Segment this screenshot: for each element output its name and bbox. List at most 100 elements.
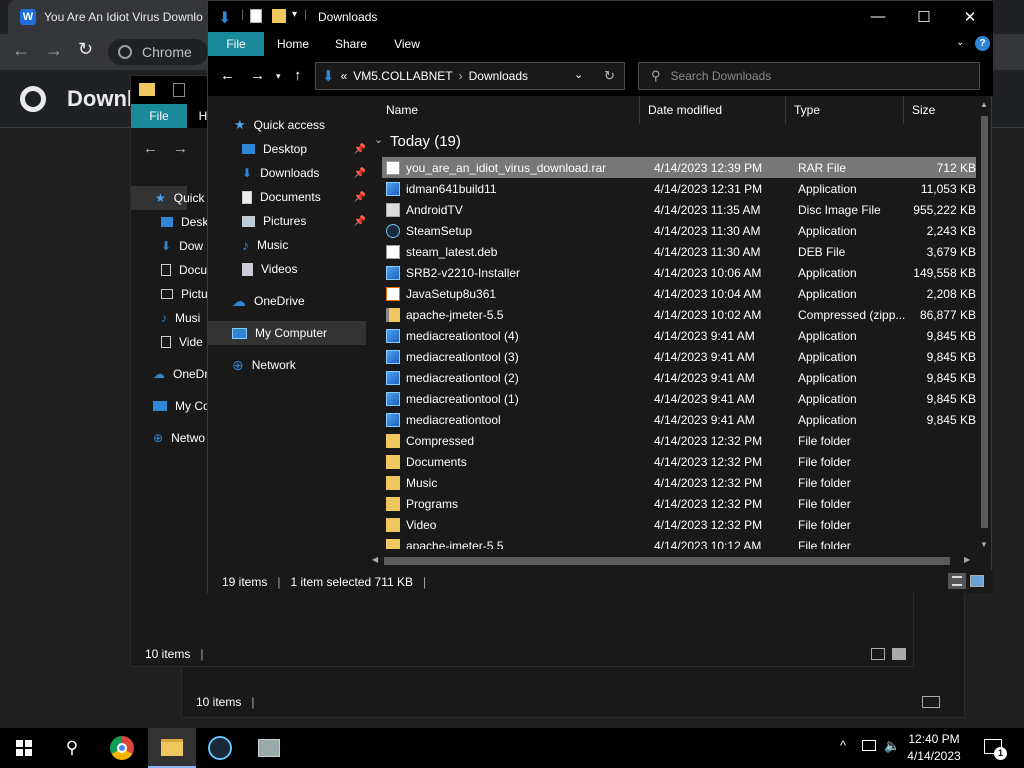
- chrome-back-icon[interactable]: ←: [12, 40, 30, 61]
- file-row[interactable]: SteamSetup 4/14/2023 11:30 AM Application 2…: [382, 220, 976, 241]
- file-row[interactable]: Documents 4/14/2023 12:32 PM File folder: [382, 451, 976, 472]
- file-row[interactable]: mediacreationtool (2) 4/14/2023 9:41 AM Ap…: [382, 367, 976, 388]
- horizontal-scroll-thumb[interactable]: [384, 557, 950, 565]
- search-taskbar-icon[interactable]: ⚲: [48, 728, 96, 768]
- address-prefix[interactable]: «: [341, 69, 348, 83]
- chrome-tab[interactable]: W You Are An Idiot Virus Downlo: [8, 0, 212, 34]
- search-box[interactable]: ⚲ Search Downloads: [638, 62, 980, 90]
- file-name-cell[interactable]: SteamSetup: [386, 223, 472, 238]
- close-button[interactable]: ✕: [947, 1, 993, 32]
- file-explorer-taskbar-icon[interactable]: [148, 728, 196, 768]
- chrome-reload-icon[interactable]: ↻: [78, 39, 93, 60]
- back-ribbon-file[interactable]: File: [131, 104, 187, 128]
- horizontal-scrollbar[interactable]: ◀ ▶: [368, 552, 978, 570]
- nav-desktop[interactable]: Desktop 📌: [242, 137, 366, 161]
- file-row[interactable]: mediacreationtool (4) 4/14/2023 9:41 AM Ap…: [382, 325, 976, 346]
- file-name-cell[interactable]: mediacreationtool: [386, 412, 501, 427]
- ribbon-tab-file[interactable]: File: [208, 32, 264, 56]
- address-bar[interactable]: ⬇ « VM5.COLLABNET › Downloads ⌄ ↻: [315, 62, 625, 90]
- file-name-cell[interactable]: SRB2-v2210-Installer: [386, 265, 520, 280]
- back-nav-quick[interactable]: ★ Quick: [131, 186, 204, 210]
- steam-taskbar-icon[interactable]: [196, 728, 244, 768]
- chrome-omnibox[interactable]: Chrome: [108, 39, 208, 65]
- recent-locations-icon[interactable]: ▾: [276, 71, 281, 82]
- up-icon[interactable]: ↑: [294, 67, 302, 84]
- scroll-up-icon[interactable]: ▲: [980, 100, 988, 109]
- file-row[interactable]: SRB2-v2210-Installer 4/14/2023 10:06 AM Ap…: [382, 262, 976, 283]
- file-row[interactable]: mediacreationtool (1) 4/14/2023 9:41 AM Ap…: [382, 388, 976, 409]
- file-name-cell[interactable]: mediacreationtool (1): [386, 391, 519, 406]
- back-nav-downloads[interactable]: ⬇ Dow: [161, 234, 203, 258]
- address-segment-downloads[interactable]: Downloads: [469, 69, 528, 83]
- quick-access-toolbar-dropdown-icon[interactable]: ▾: [292, 9, 297, 20]
- nav-music[interactable]: ♪ Music: [242, 233, 288, 257]
- app-taskbar-icon[interactable]: [245, 728, 293, 768]
- file-row[interactable]: AndroidTV 4/14/2023 11:35 AM Disc Image Fi…: [382, 199, 976, 220]
- forward-icon[interactable]: →: [250, 67, 265, 84]
- nav-quick-access[interactable]: ★ Quick access: [234, 113, 325, 137]
- nav-downloads[interactable]: ⬇ Downloads 📌: [242, 161, 366, 185]
- file-name-cell[interactable]: AndroidTV: [386, 202, 463, 217]
- file-row[interactable]: idman641build11 4/14/2023 12:31 PM Applica…: [382, 178, 976, 199]
- pin-icon[interactable]: 📌: [354, 192, 366, 203]
- network-tray-icon[interactable]: [862, 740, 876, 751]
- scroll-down-icon[interactable]: ▼: [980, 540, 988, 549]
- file-row[interactable]: mediacreationtool 4/14/2023 9:41 AM Applic…: [382, 409, 976, 430]
- column-date-modified[interactable]: Date modified: [640, 96, 786, 124]
- details-view-icon[interactable]: [948, 573, 966, 589]
- new-folder-icon[interactable]: [272, 9, 286, 23]
- volume-icon[interactable]: 🔈: [884, 738, 900, 754]
- file-name-cell[interactable]: Compressed: [386, 433, 474, 448]
- file-name-cell[interactable]: mediacreationtool (2): [386, 370, 519, 385]
- nav-my-computer[interactable]: My Computer: [208, 321, 366, 345]
- file-name-cell[interactable]: apache-jmeter-5.5: [386, 538, 503, 549]
- back-details-view-icon[interactable]: [871, 648, 885, 660]
- back-nav-videos[interactable]: Vide: [161, 330, 203, 354]
- pin-icon[interactable]: 📌: [354, 144, 366, 155]
- back-forward-icon[interactable]: →: [173, 140, 188, 157]
- search-placeholder[interactable]: Search Downloads: [671, 69, 772, 83]
- back-nav-network[interactable]: ⊕ Netwo: [153, 426, 205, 450]
- pin-icon[interactable]: 📌: [354, 168, 366, 179]
- clock[interactable]: 12:40 PM 4/14/2023: [906, 731, 962, 765]
- nav-videos[interactable]: Videos: [242, 257, 297, 281]
- scroll-left-icon[interactable]: ◀: [372, 555, 378, 564]
- show-hidden-icons-chevron-icon[interactable]: ^: [840, 738, 846, 753]
- file-row[interactable]: Programs 4/14/2023 12:32 PM File folder: [382, 493, 976, 514]
- back-large-view-icon[interactable]: [892, 648, 906, 660]
- file-row[interactable]: apache-jmeter-5.5 4/14/2023 10:02 AM Compr…: [382, 304, 976, 325]
- collapse-chevron-icon[interactable]: ⌄: [374, 133, 383, 146]
- column-type[interactable]: Type: [786, 96, 904, 124]
- file-name-cell[interactable]: idman641build11: [386, 181, 497, 196]
- back-nav-pictures[interactable]: Pictu: [161, 282, 208, 306]
- file-row[interactable]: Compressed 4/14/2023 12:32 PM File folder: [382, 430, 976, 451]
- start-button[interactable]: [0, 728, 48, 768]
- file-row[interactable]: you_are_an_idiot_virus_download.rar 4/14/…: [382, 157, 976, 178]
- column-name[interactable]: Name: [378, 96, 640, 124]
- file-name-cell[interactable]: Programs: [386, 496, 458, 511]
- pin-icon[interactable]: 📌: [354, 216, 366, 227]
- help-icon[interactable]: ?: [975, 36, 990, 51]
- file-row[interactable]: Music 4/14/2023 12:32 PM File folder: [382, 472, 976, 493]
- file-name-cell[interactable]: Music: [386, 475, 437, 490]
- file-name-cell[interactable]: Documents: [386, 454, 467, 469]
- back-nav-onedrive[interactable]: ☁ OneDr: [153, 362, 208, 386]
- file-name-cell[interactable]: JavaSetup8u361: [386, 286, 496, 301]
- nav-documents[interactable]: Documents 📌: [242, 185, 366, 209]
- maximize-button[interactable]: ☐: [901, 1, 947, 32]
- scroll-right-icon[interactable]: ▶: [964, 555, 970, 564]
- chrome-forward-icon[interactable]: →: [45, 40, 63, 61]
- refresh-icon[interactable]: ↻: [604, 68, 615, 84]
- back-icon[interactable]: ←: [220, 67, 235, 84]
- back-back-icon[interactable]: ←: [143, 140, 158, 157]
- file-row[interactable]: Video 4/14/2023 12:32 PM File folder: [382, 514, 976, 535]
- nav-network[interactable]: ⊕ Network: [232, 353, 296, 377]
- file-name-cell[interactable]: mediacreationtool (3): [386, 349, 519, 364]
- file-name-cell[interactable]: you_are_an_idiot_virus_download.rar: [386, 160, 606, 175]
- file-row[interactable]: mediacreationtool (3) 4/14/2023 9:41 AM Ap…: [382, 346, 976, 367]
- address-segment-vm5[interactable]: VM5.COLLABNET: [353, 69, 452, 83]
- file-row[interactable]: apache-jmeter-5.5 4/14/2023 10:12 AM File …: [382, 535, 976, 549]
- notifications-icon[interactable]: 1: [984, 739, 1007, 760]
- file-name-cell[interactable]: apache-jmeter-5.5: [386, 307, 503, 322]
- chrome-taskbar-icon[interactable]: [98, 728, 146, 768]
